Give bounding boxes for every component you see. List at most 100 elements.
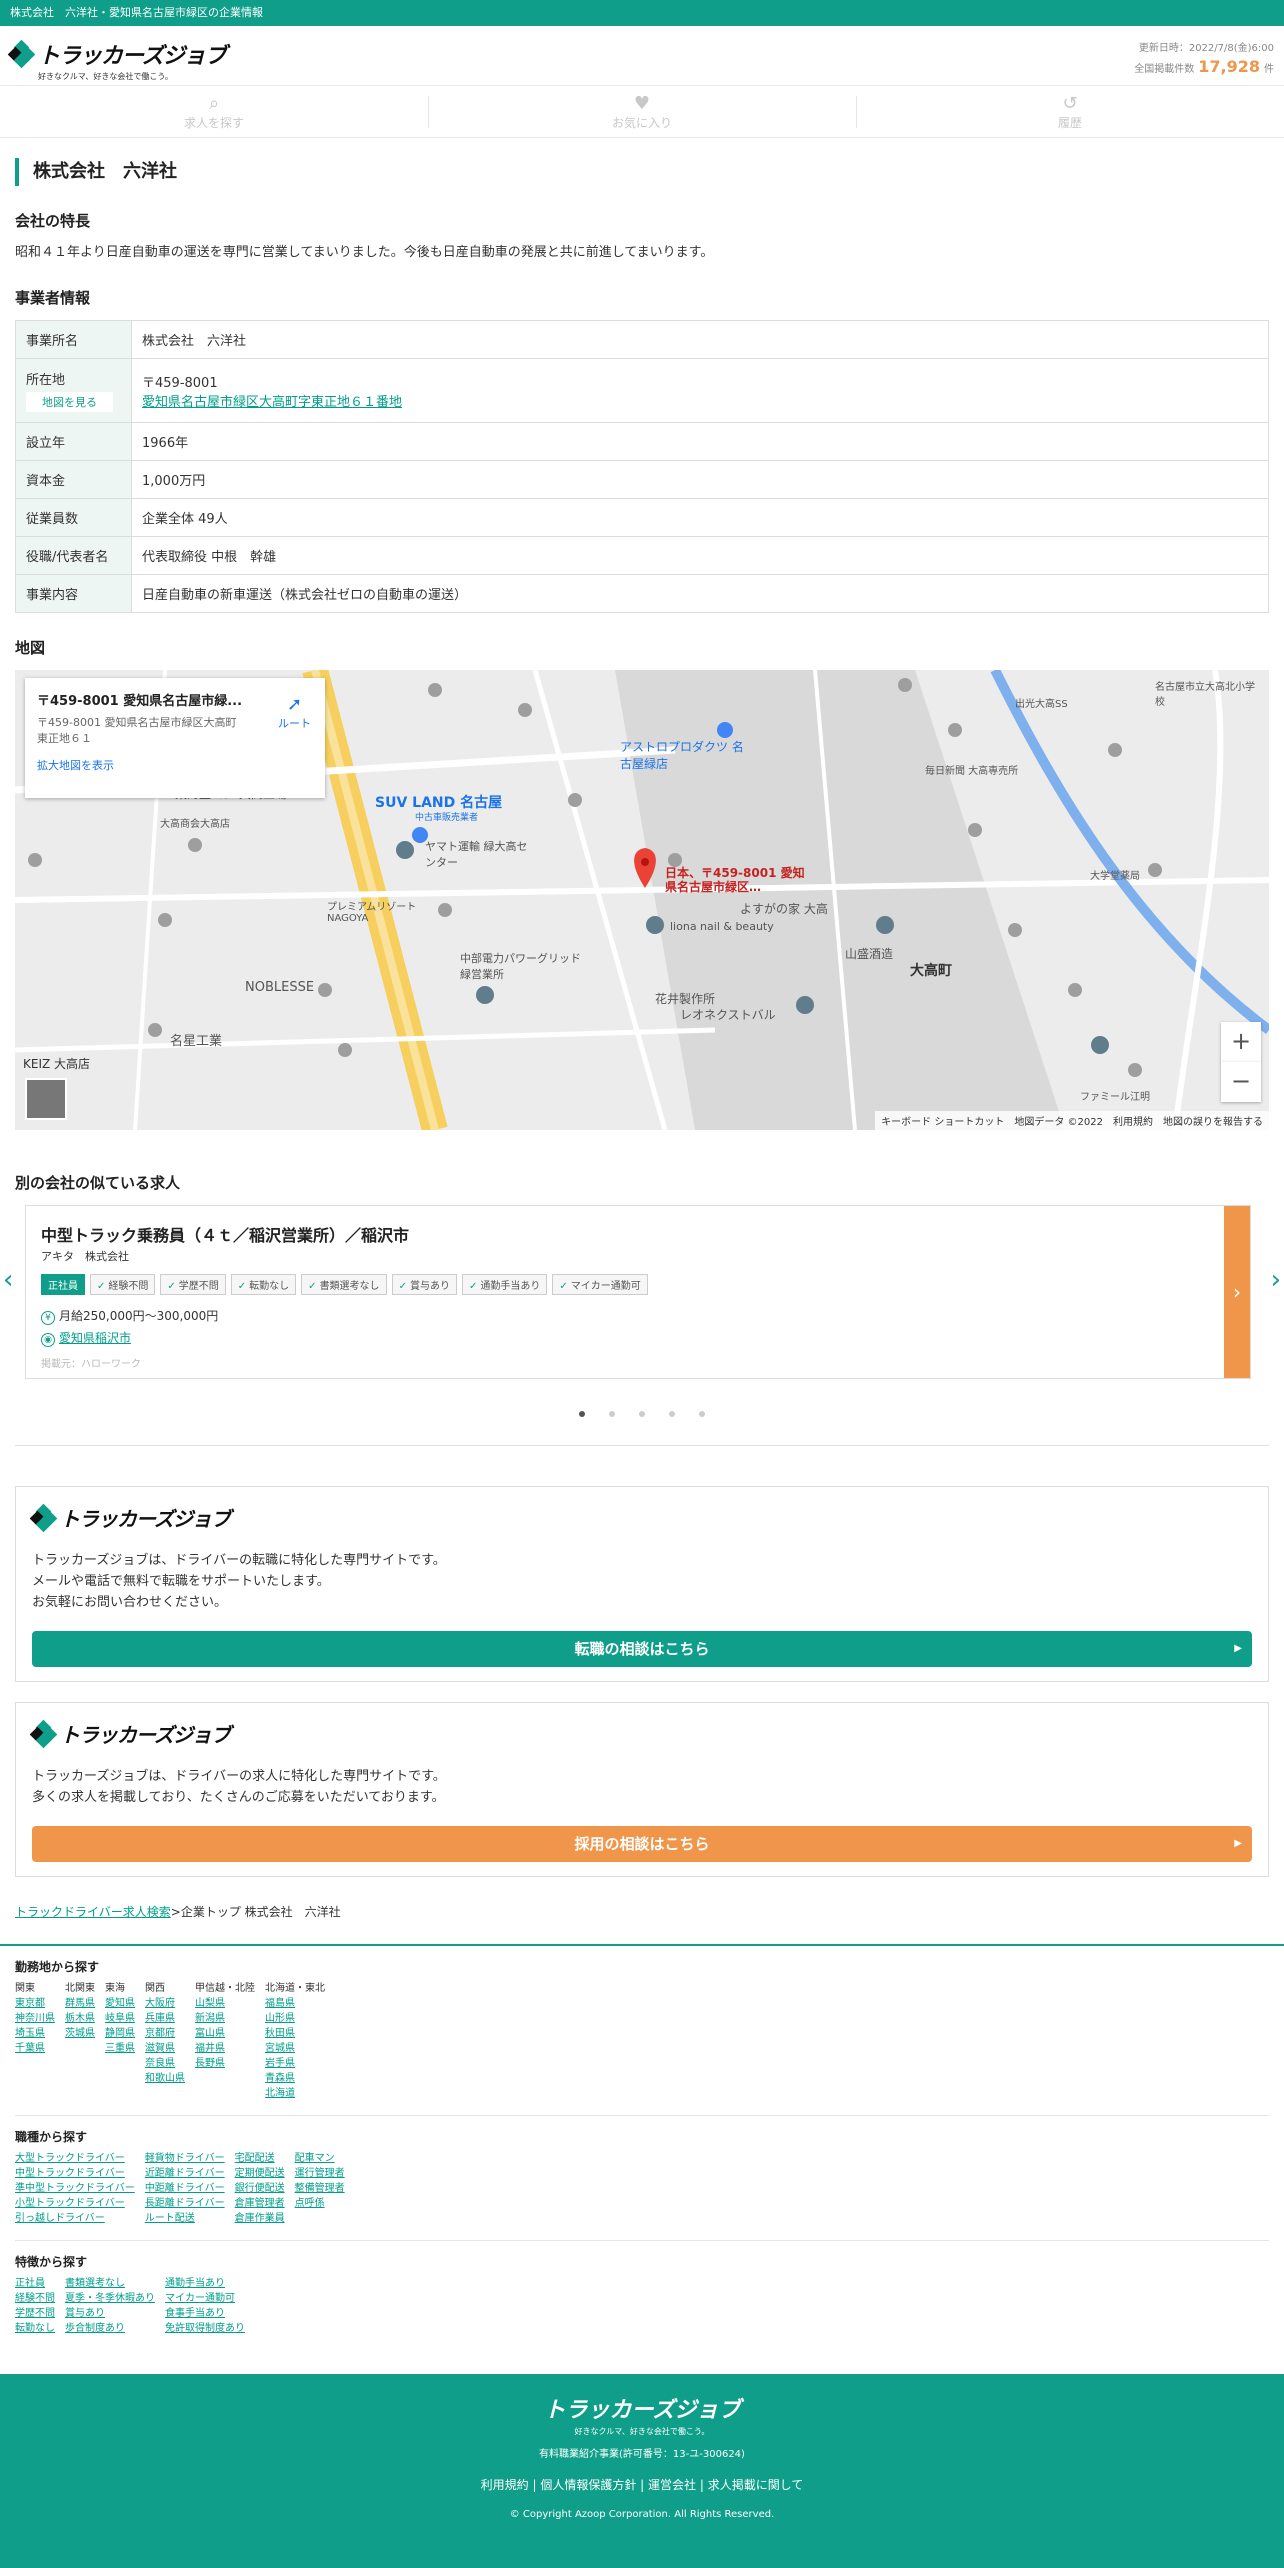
footer-search-link[interactable]: 青森県 [265,2071,325,2086]
footer-search-link[interactable]: 転勤なし [15,2321,55,2336]
footer-search-link[interactable]: 三重県 [105,2041,135,2056]
similar-jobs-carousel: ‹ 中型トラック乗務員（４ｔ／稲沢営業所）／稲沢市 アキタ 株式会社 正社員 ✓… [3,1205,1281,1385]
footer-search-link[interactable]: 中距離ドライバー [145,2181,225,2196]
footer-search-link[interactable]: 倉庫管理者 [235,2196,285,2211]
footer-search-link[interactable]: 賞与あり [65,2306,155,2321]
footer-search-link[interactable]: 歩合制度あり [65,2321,155,2336]
footer-search-link[interactable]: 岩手県 [265,2056,325,2071]
breadcrumb-link[interactable]: トラックドライバー求人検索 [15,1905,171,1919]
footer-search-link[interactable]: 近距離ドライバー [145,2166,225,2181]
recruit-consult-button[interactable]: 採用の相談はこちら ▶ [32,1826,1252,1862]
footer-search-link[interactable]: 奈良県 [145,2056,185,2071]
footer-search-link[interactable]: 静岡県 [105,2026,135,2041]
footer-search-link[interactable]: 銀行便配送 [235,2181,285,2196]
footer-search-link[interactable]: 山形県 [265,2011,325,2026]
nav-search[interactable]: ⌕ 求人を探す [0,86,428,137]
footer-search-link[interactable]: 運行管理者 [295,2166,345,2181]
footer-search-link[interactable]: 配車マン [295,2151,345,2166]
listing-link[interactable]: 求人掲載に関して [708,2478,804,2492]
footer-search-link[interactable]: 経験不問 [15,2291,55,2306]
card-next-icon[interactable]: › [1224,1206,1250,1378]
footer-search-link[interactable]: 福井県 [195,2041,255,2056]
footer-search-link[interactable]: 埼玉県 [15,2026,55,2041]
job-card[interactable]: 中型トラック乗務員（４ｔ／稲沢営業所）／稲沢市 アキタ 株式会社 正社員 ✓ 経験… [25,1205,1251,1379]
enlarge-map-link[interactable]: 拡大地図を表示 [37,757,313,773]
footer-search-link[interactable]: 長距離ドライバー [145,2196,225,2211]
tag: ✓ マイカー通勤可 [552,1274,648,1295]
footer-search-link[interactable]: 滋賀県 [145,2041,185,2056]
footer-search-link[interactable]: マイカー通勤可 [165,2291,245,2306]
view-map-button[interactable]: 地図を見る [26,392,113,412]
footer-search-link[interactable]: 茨城県 [65,2026,95,2041]
carousel-dot[interactable] [609,1411,615,1417]
footer-search-link[interactable]: 岐阜県 [105,2011,135,2026]
footer-logo[interactable]: トラッカーズジョブ [0,2392,1284,2424]
footer-search-link[interactable]: 愛知県 [105,1996,135,2011]
footer-search-link[interactable]: 書類選考なし [65,2276,155,2291]
footer-search-link[interactable]: 富山県 [195,2026,255,2041]
logo-text: トラッカーズジョブ [60,1507,231,1531]
address-link[interactable]: 愛知県名古屋市緑区大高町字東正地６１番地 [142,395,402,410]
footer-search-link[interactable]: 群馬県 [65,1996,95,2011]
footer-search-link[interactable]: 東京都 [15,1996,55,2011]
nav-favorites[interactable]: ♥ お気に入り [428,86,856,137]
footer-column: 大型トラックドライバー 中型トラックドライバー 準中型トラックドライバー 小型トラック… [15,2151,135,2226]
footer-search-link[interactable]: 神奈川県 [15,2011,55,2026]
carousel-next-icon[interactable]: › [1271,1265,1281,1295]
footer-search-link[interactable]: 食事手当あり [165,2306,245,2321]
carousel-dot[interactable] [639,1411,645,1417]
site-logo[interactable]: トラッカーズジョブ 好きなクルマ、好きな会社で働こう。 [7,38,227,82]
zoom-out-button[interactable]: − [1221,1062,1261,1102]
carousel-dot[interactable] [699,1411,705,1417]
footer-search-link[interactable]: 学歴不問 [15,2306,55,2321]
footer-search-link[interactable]: 新潟県 [195,2011,255,2026]
route-button[interactable]: ➚ ルート [278,694,311,731]
footer-search-link[interactable]: 小型トラックドライバー [15,2196,135,2211]
job-location-link[interactable]: 愛知県稲沢市 [59,1331,131,1345]
footer-search-link[interactable]: 北海道 [265,2086,325,2101]
footer-search-link[interactable]: 引っ越しドライバー [15,2211,135,2226]
footer-search-link[interactable]: 整備管理者 [295,2181,345,2196]
satellite-toggle[interactable] [25,1078,67,1120]
footer-search-link[interactable]: 通勤手当あり [165,2276,245,2291]
footer-search-link[interactable]: 定期便配送 [235,2166,285,2181]
footer-search-link[interactable]: 中型トラックドライバー [15,2166,135,2181]
footer-search-link[interactable]: 大型トラックドライバー [15,2151,135,2166]
zoom-in-button[interactable]: + [1221,1022,1261,1062]
footer-search-link[interactable]: 免許取得制度あり [165,2321,245,2336]
footer-column: 関東 東京都 神奈川県 埼玉県 千葉県 [15,1981,55,2101]
breadcrumb: トラックドライバー求人検索>企業トップ 株式会社 六洋社 [15,1903,1269,1920]
footer-search-link[interactable]: 千葉県 [15,2041,55,2056]
carousel-prev-icon[interactable]: ‹ [3,1265,13,1295]
tag: ✓ 賞与あり [391,1274,457,1295]
footer-search-link[interactable]: 秋田県 [265,2026,325,2041]
nav-history[interactable]: ↺ 履歴 [856,86,1284,137]
career-consult-button[interactable]: 転職の相談はこちら ▶ [32,1631,1252,1667]
footer-search-link[interactable]: 福島県 [265,1996,325,2011]
footer-search-link[interactable]: 和歌山県 [145,2071,185,2086]
map-label: 大学堂薬局 [1090,871,1140,882]
footer-search-link[interactable]: 京都府 [145,2026,185,2041]
footer-search-link[interactable]: 倉庫作業員 [235,2211,285,2226]
footer-search-link[interactable]: 山梨県 [195,1996,255,2011]
footer-search-link[interactable]: 軽貨物ドライバー [145,2151,225,2166]
company-link[interactable]: 運営会社 [648,2478,696,2492]
footer-search-link[interactable]: 長野県 [195,2056,255,2071]
footer-search-link[interactable]: 大阪府 [145,1996,185,2011]
carousel-dot[interactable] [579,1411,585,1417]
terms-link[interactable]: 利用規約 [481,2478,529,2492]
footer-search-link[interactable]: 点呼係 [295,2196,345,2211]
privacy-link[interactable]: 個人情報保護方針 [540,2478,636,2492]
footer-search-link[interactable]: 正社員 [15,2276,55,2291]
footer-search-link[interactable]: 夏季・冬季休暇あり [65,2291,155,2306]
footer-search-link[interactable]: 兵庫県 [145,2011,185,2026]
carousel-dot[interactable] [669,1411,675,1417]
footer-search-link[interactable]: ルート配送 [145,2211,225,2226]
footer-search-link[interactable]: 宮城県 [265,2041,325,2056]
footer-search-link[interactable]: 準中型トラックドライバー [15,2181,135,2196]
google-map[interactable]: 日本、〒459-8001 愛知県名古屋市緑区… SUV LAND 名古屋 中古車… [15,670,1269,1130]
map-label: ファミール江明 [1080,1092,1150,1103]
map-label: 名古屋市立大高北小学校 [1155,682,1255,708]
footer-search-link[interactable]: 栃木県 [65,2011,95,2026]
footer-search-link[interactable]: 宅配配送 [235,2151,285,2166]
